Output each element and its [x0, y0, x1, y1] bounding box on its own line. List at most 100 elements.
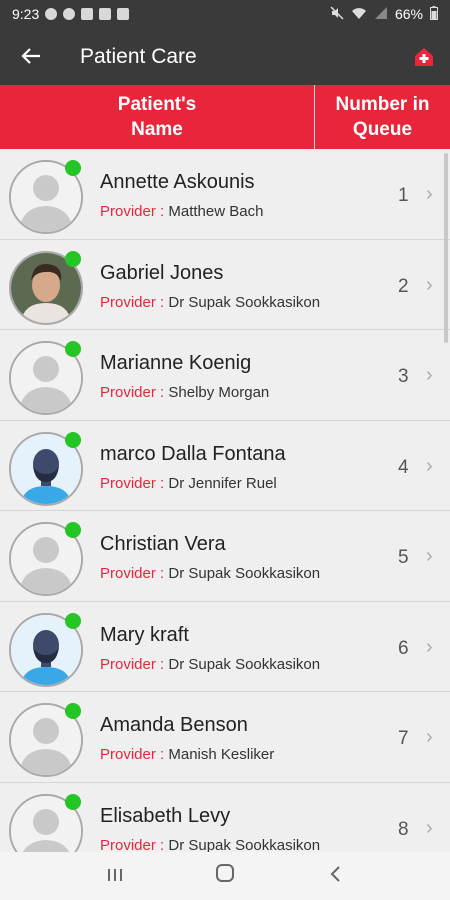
- queue-number: 8: [398, 818, 409, 840]
- medical-home-icon: [412, 47, 436, 73]
- system-nav-bar: [0, 852, 450, 900]
- online-status-icon: [65, 341, 81, 357]
- queue-number: 2: [398, 275, 409, 297]
- provider-label: Provider :: [100, 565, 165, 582]
- queue-number: 7: [398, 728, 409, 749]
- chevron-right-icon: ›: [426, 545, 433, 567]
- patient-name: Christian Vera: [100, 533, 226, 555]
- patient-row[interactable]: marco Dalla Fontana Provider : Dr Jennif…: [0, 421, 450, 511]
- app-bar: Patient Care: [0, 28, 450, 85]
- chevron-right-icon: ›: [426, 726, 433, 748]
- provider-line: Provider : Manish Kesliker: [100, 746, 274, 763]
- provider-line: Provider : Dr Supak Sookkasikon: [100, 565, 320, 582]
- patient-name: Elisabeth Levy: [100, 804, 231, 827]
- mute-icon: [330, 5, 344, 23]
- recent-apps-icon: [106, 863, 124, 889]
- patient-row[interactable]: Gabriel Jones Provider : Dr Supak Sookka…: [0, 240, 450, 330]
- patient-row[interactable]: Amanda Benson Provider : Manish Kesliker…: [0, 692, 450, 783]
- online-status-icon: [65, 250, 81, 267]
- provider-line: Provider : Dr Supak Sookkasikon: [100, 656, 320, 673]
- provider-name: Dr Jennifer Ruel: [168, 474, 277, 492]
- home-square-icon: [215, 863, 235, 889]
- provider-name: Dr Supak Sookkasikon: [168, 836, 321, 853]
- provider-line: Provider : Dr Jennifer Ruel: [100, 475, 277, 492]
- gallery-icon: [81, 8, 94, 20]
- online-status-icon: [65, 793, 81, 810]
- patient-name: Gabriel Jones: [100, 261, 224, 284]
- provider-name: Shelby Morgan: [168, 384, 270, 401]
- provider-name: Matthew Bach: [168, 203, 264, 220]
- notification-icon: [45, 8, 58, 20]
- queue-number: 6: [398, 637, 409, 659]
- chevron-right-icon: ›: [426, 635, 433, 658]
- queue-number: 3: [398, 366, 409, 387]
- home-nav-button[interactable]: [205, 856, 245, 896]
- patient-name: Marianne Koenig: [100, 352, 252, 374]
- provider-line: Provider : Matthew Bach: [100, 203, 263, 220]
- provider-label: Provider :: [100, 655, 165, 673]
- patient-list[interactable]: Annette Askounis Provider : Matthew Bach…: [0, 149, 450, 852]
- avatar: [9, 431, 83, 506]
- home-button[interactable]: [412, 45, 436, 69]
- page-title: Patient Care: [80, 44, 197, 68]
- wifi-icon: [351, 6, 367, 23]
- online-status-icon: [65, 522, 81, 538]
- patient-row[interactable]: Elisabeth Levy Provider : Dr Supak Sookk…: [0, 783, 450, 853]
- provider-label: Provider :: [100, 474, 165, 492]
- table-header: Patient's Name Number in Queue: [0, 85, 450, 149]
- notification-icon: [99, 8, 112, 20]
- provider-name: Manish Kesliker: [168, 746, 275, 763]
- patient-row[interactable]: Mary kraft Provider : Dr Supak Sookkasik…: [0, 602, 450, 692]
- provider-label: Provider :: [100, 293, 165, 311]
- online-status-icon: [65, 703, 81, 719]
- battery-text: 66%: [394, 6, 423, 22]
- online-status-icon: [65, 431, 81, 448]
- chevron-right-icon: ›: [426, 816, 433, 839]
- provider-label: Provider :: [100, 836, 165, 853]
- signal-icon: [374, 6, 388, 23]
- patient-name: Amanda Benson: [100, 714, 248, 736]
- provider-label: Provider :: [100, 384, 165, 401]
- provider-name: Dr Supak Sookkasikon: [168, 655, 321, 673]
- provider-line: Provider : Dr Supak Sookkasikon: [100, 294, 320, 311]
- provider-label: Provider :: [100, 203, 165, 220]
- battery-icon: [430, 5, 438, 23]
- arrow-left-icon: [21, 41, 41, 72]
- notification-icon: [63, 8, 76, 20]
- chevron-left-icon: [329, 863, 341, 889]
- online-status-icon: [65, 612, 81, 629]
- scrollbar[interactable]: [444, 153, 448, 343]
- status-bar: 9:23 66%: [0, 0, 450, 28]
- avatar: [9, 522, 83, 596]
- patient-name: marco Dalla Fontana: [100, 442, 286, 465]
- provider-line: Provider : Dr Supak Sookkasikon: [100, 837, 320, 853]
- avatar: [9, 250, 83, 325]
- patient-row[interactable]: Christian Vera Provider : Dr Supak Sookk…: [0, 511, 450, 602]
- chevron-right-icon: ›: [426, 183, 433, 205]
- column-header-name: Patient's Name: [117, 94, 197, 140]
- patient-name: Annette Askounis: [100, 171, 255, 193]
- chevron-right-icon: ›: [426, 364, 433, 386]
- avatar: [9, 793, 83, 852]
- column-header-queue: Number in Queue: [314, 85, 450, 149]
- patient-name: Mary kraft: [100, 623, 189, 646]
- back-nav-button[interactable]: [315, 856, 355, 896]
- online-status-icon: [65, 160, 81, 176]
- back-button[interactable]: [0, 28, 62, 85]
- status-time: 9:23: [12, 6, 40, 22]
- avatar: [9, 341, 83, 415]
- patient-row[interactable]: Annette Askounis Provider : Matthew Bach…: [0, 149, 450, 240]
- avatar: [9, 160, 83, 234]
- avatar: [9, 703, 83, 777]
- patient-row[interactable]: Marianne Koenig Provider : Shelby Morgan…: [0, 330, 450, 421]
- recent-apps-button[interactable]: [95, 856, 135, 896]
- provider-line: Provider : Shelby Morgan: [100, 384, 269, 401]
- provider-label: Provider :: [100, 746, 165, 763]
- queue-number: 5: [398, 547, 409, 568]
- notification-icon: [117, 8, 130, 20]
- queue-number: 1: [398, 185, 409, 206]
- provider-name: Dr Supak Sookkasikon: [168, 293, 321, 311]
- provider-name: Dr Supak Sookkasikon: [168, 565, 321, 582]
- chevron-right-icon: ›: [426, 273, 433, 296]
- chevron-right-icon: ›: [426, 454, 433, 477]
